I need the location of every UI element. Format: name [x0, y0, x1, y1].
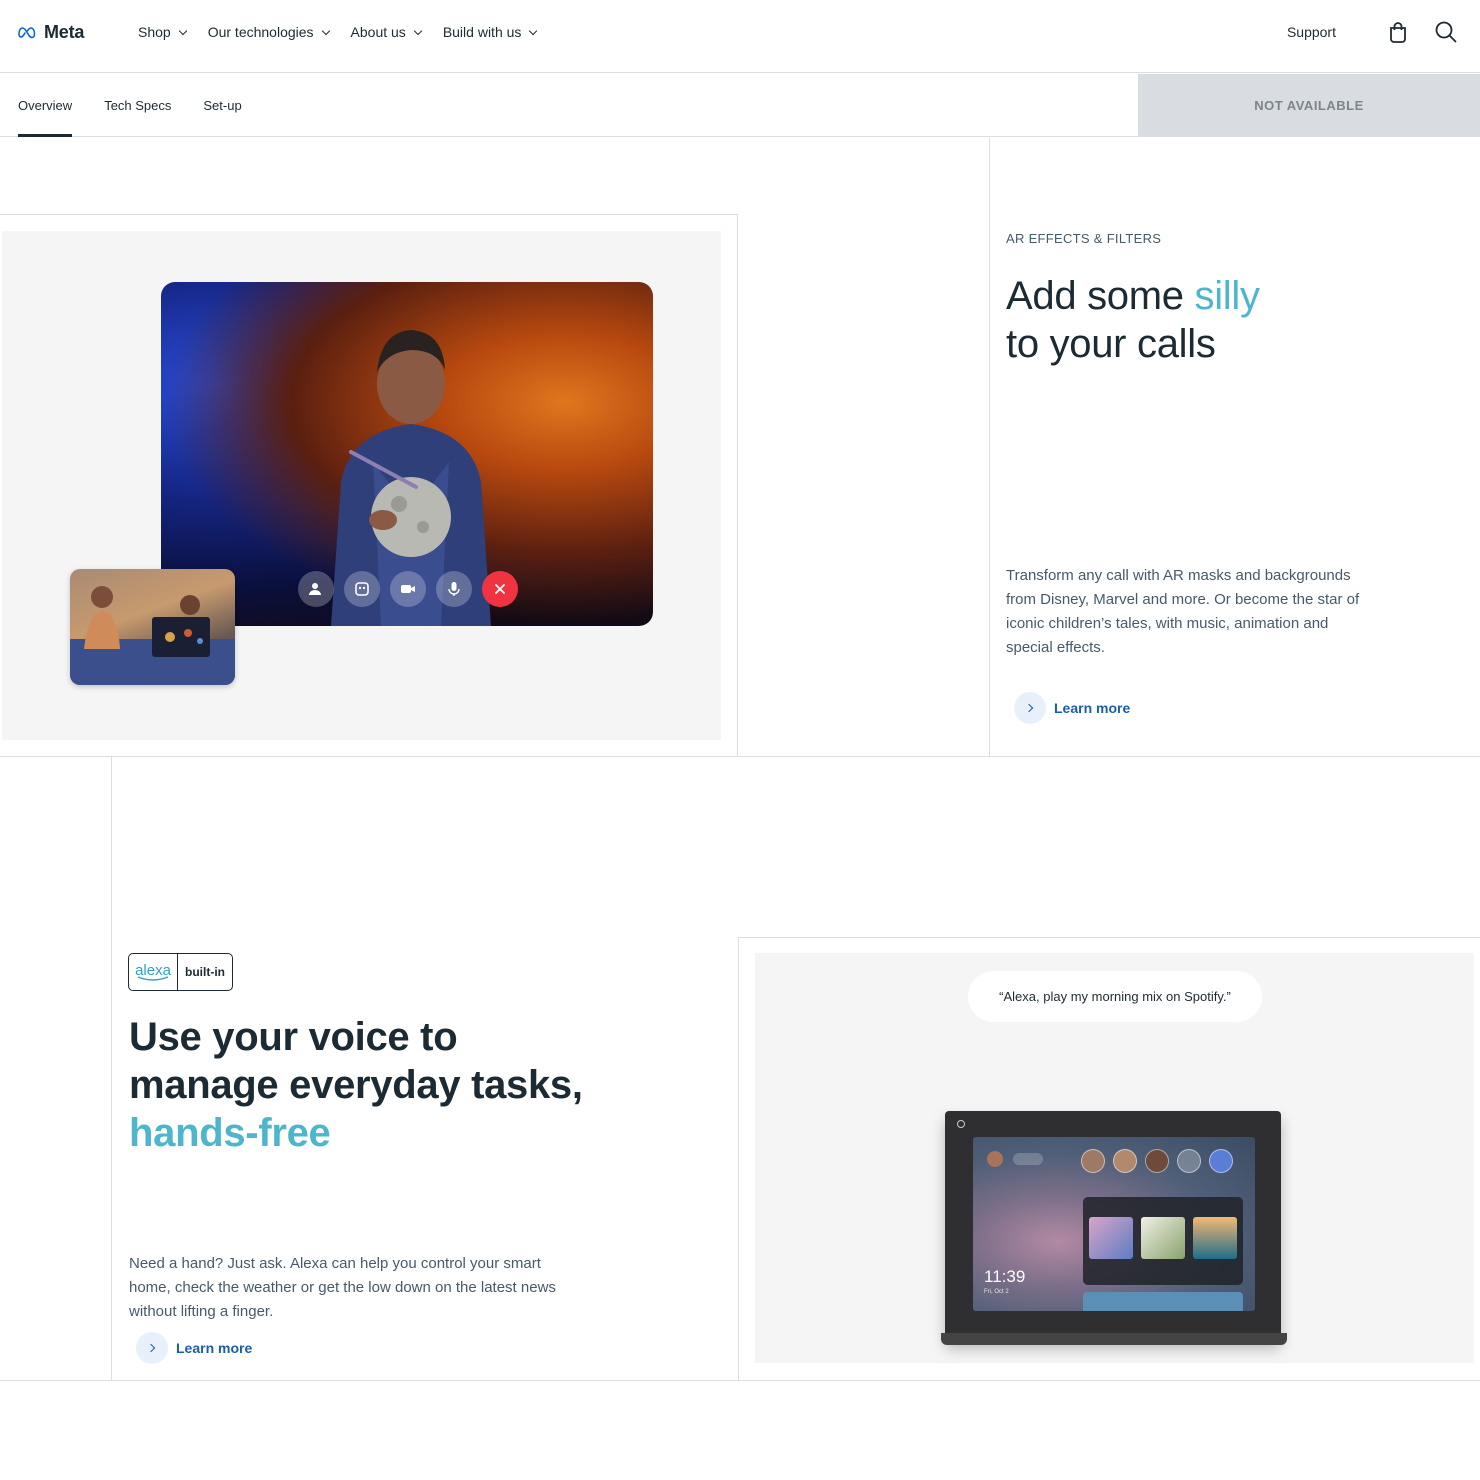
tab-overview[interactable]: Overview: [18, 74, 73, 137]
chevron-right-icon: [1014, 692, 1046, 724]
avatar: [1081, 1149, 1105, 1173]
grid-divider: [0, 1380, 1480, 1381]
support-link[interactable]: Support: [1287, 24, 1336, 40]
avatar: [1113, 1149, 1137, 1173]
device-screen: 11:39 Fri, Oct 2: [973, 1137, 1255, 1311]
device-date: Fri, Oct 2: [984, 1289, 1009, 1295]
video-icon[interactable]: [390, 571, 426, 607]
main-menu: Shop Our technologies About us Build wit…: [138, 24, 558, 40]
alexa-description: Need a hand? Just ask. Alexa can help yo…: [129, 1255, 556, 1320]
ar-learn-more-link[interactable]: Learn more: [1006, 692, 1130, 724]
device-stand: [941, 1333, 1287, 1345]
subnav-tabs: Overview Tech Specs Set-up: [18, 74, 274, 137]
grid-divider: [0, 214, 738, 215]
alexa-learn-more-link[interactable]: Learn more: [128, 1332, 252, 1364]
album-tile: [1141, 1217, 1185, 1259]
product-subnav: Overview Tech Specs Set-up NOT AVAILABLE: [0, 74, 1480, 137]
chevron-down-icon: [413, 26, 423, 35]
not-available-button[interactable]: NOT AVAILABLE: [1138, 74, 1480, 137]
grid-divider: [738, 937, 739, 1380]
alexa-heading-line2: manage everyday tasks,: [129, 1063, 583, 1107]
top-nav: Meta Shop Our technologies About us Buil…: [0, 0, 1480, 73]
album-tile: [1193, 1217, 1237, 1259]
add-person-icon[interactable]: [298, 571, 334, 607]
avatar: [987, 1151, 1003, 1167]
apps-chip: [1013, 1153, 1043, 1165]
meta-logo[interactable]: Meta: [18, 22, 84, 43]
album-tile: [1089, 1217, 1133, 1259]
picture-in-picture-thumbnail: [70, 569, 235, 685]
ar-learn-more-label: Learn more: [1054, 700, 1131, 716]
grid-divider: [738, 937, 1480, 938]
built-in-label: built-in: [185, 965, 225, 979]
ar-description: Transform any call with AR masks and bac…: [1006, 567, 1360, 656]
spotify-card: [1083, 1197, 1243, 1285]
call-controls: [298, 571, 518, 607]
effects-icon[interactable]: [344, 571, 380, 607]
avatar: [1145, 1149, 1169, 1173]
menu-about-us[interactable]: About us: [350, 24, 423, 40]
camera-icon: [957, 1120, 965, 1128]
nav-utilities: Support: [1287, 20, 1458, 44]
ar-heading-accent: silly: [1194, 274, 1260, 318]
alexa-device-image: “Alexa, play my morning mix on Spotify.”…: [755, 953, 1474, 1363]
menu-our-technologies[interactable]: Our technologies: [207, 24, 330, 40]
device-clock: 11:39: [984, 1267, 1026, 1286]
ar-heading: Add some silly to your calls: [1006, 272, 1260, 368]
ar-eyebrow: AR EFFECTS & FILTERS: [1006, 231, 1162, 246]
chevron-down-icon: [529, 26, 538, 35]
alexa-built-in-badge: alexa built-in: [128, 953, 233, 991]
end-call-icon[interactable]: [482, 571, 518, 607]
alexa-heading-accent: hands-free: [129, 1111, 331, 1155]
contacts-icon: [1209, 1149, 1233, 1173]
mic-icon[interactable]: [436, 571, 472, 607]
menu-shop[interactable]: Shop: [138, 24, 187, 40]
tab-set-up[interactable]: Set-up: [203, 74, 241, 137]
menu-build-with-us[interactable]: Build with us: [442, 24, 538, 40]
menu-about-us-label: About us: [350, 24, 406, 40]
alexa-heading: Use your voice to manage everyday tasks,…: [129, 1013, 583, 1157]
menu-our-technologies-label: Our technologies: [207, 24, 314, 40]
grid-divider: [989, 138, 990, 756]
video-call-screen: [161, 282, 653, 626]
meta-infinity-icon: [18, 26, 36, 38]
menu-shop-label: Shop: [138, 24, 171, 40]
grid-divider: [0, 756, 1480, 757]
chevron-down-icon: [178, 26, 187, 35]
speech-bubble: “Alexa, play my morning mix on Spotify.”: [968, 971, 1262, 1022]
bag-icon[interactable]: [1386, 20, 1410, 44]
ar-heading-part2: to your calls: [1006, 322, 1216, 366]
chevron-down-icon: [321, 26, 330, 35]
grid-divider: [111, 757, 112, 1380]
alexa-learn-more-label: Learn more: [176, 1340, 253, 1356]
grid-divider: [737, 214, 738, 756]
menu-build-with-us-label: Build with us: [442, 24, 522, 40]
brand-name: Meta: [44, 22, 85, 42]
add-contact-icon: [1177, 1149, 1201, 1173]
ar-effects-image: [2, 231, 721, 740]
tab-tech-specs[interactable]: Tech Specs: [104, 74, 171, 137]
alexa-logo: alexa: [129, 954, 178, 990]
ar-heading-part1: Add some: [1006, 274, 1195, 318]
now-playing-bar: [1083, 1292, 1243, 1311]
contact-avatars: [1081, 1149, 1233, 1173]
portal-device: 11:39 Fri, Oct 2: [945, 1111, 1281, 1341]
alexa-heading-line1: Use your voice to: [129, 1015, 458, 1059]
chevron-right-icon: [136, 1332, 168, 1364]
search-icon[interactable]: [1434, 20, 1458, 44]
